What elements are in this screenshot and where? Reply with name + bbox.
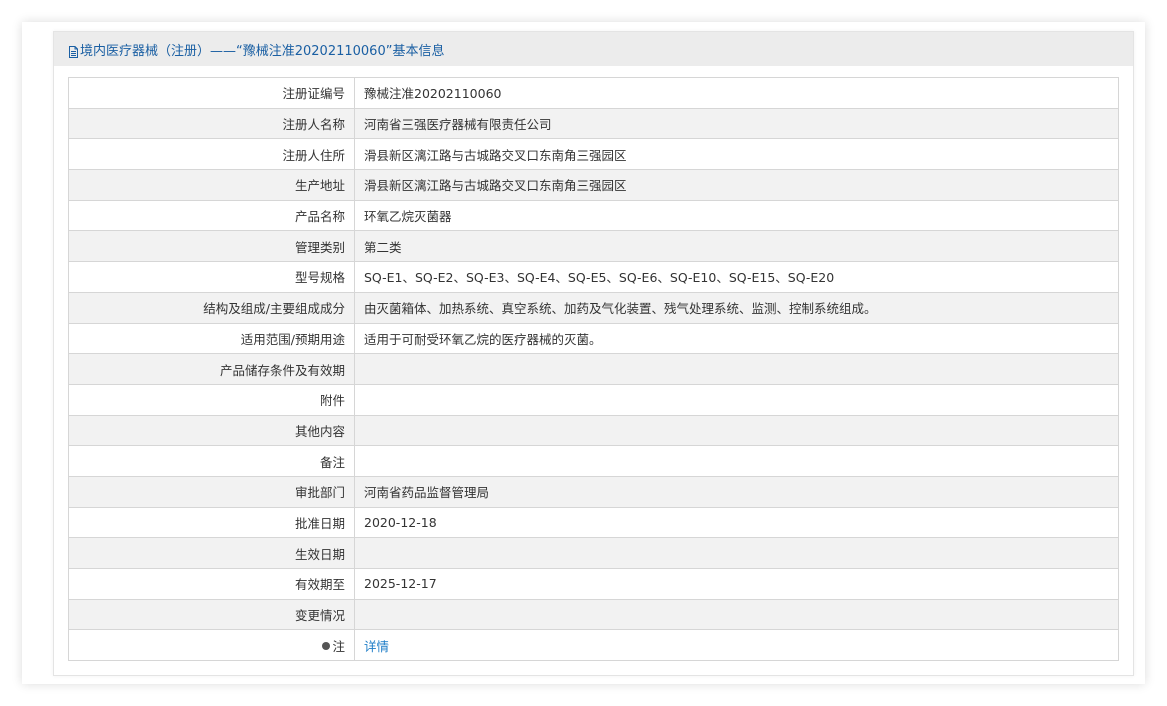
field-value: 2025-12-17 bbox=[354, 568, 1119, 600]
table-row: 型号规格 SQ-E1、SQ-E2、SQ-E3、SQ-E4、SQ-E5、SQ-E6、… bbox=[68, 261, 1119, 293]
table-row: 产品储存条件及有效期 bbox=[68, 353, 1119, 385]
field-label: 适用范围/预期用途 bbox=[68, 322, 355, 355]
field-value: 环氧乙烷灭菌器 bbox=[354, 199, 1119, 232]
table-row: 生产地址 滑县新区漓江路与古城路交叉口东南角三强园区 bbox=[68, 169, 1119, 201]
field-value bbox=[354, 537, 1119, 569]
field-value: 豫械注准20202110060 bbox=[354, 77, 1119, 109]
field-label: 有效期至 bbox=[68, 568, 355, 600]
field-value bbox=[354, 414, 1119, 447]
field-value: 第二类 bbox=[354, 230, 1119, 263]
note-label-cell: 注 bbox=[68, 629, 355, 662]
note-label: 注 bbox=[332, 638, 345, 654]
field-value: 河南省药品监督管理局 bbox=[354, 475, 1119, 508]
table-row: 审批部门 河南省药品监督管理局 bbox=[68, 475, 1119, 508]
document-icon bbox=[69, 43, 78, 58]
table-row: 管理类别 第二类 bbox=[68, 230, 1119, 263]
details-link[interactable]: 详情 bbox=[364, 639, 389, 654]
table-row: 备注 bbox=[68, 445, 1119, 477]
field-value: 由灭菌箱体、加热系统、真空系统、加药及气化装置、残气处理系统、监测、控制系统组成… bbox=[354, 291, 1119, 324]
field-value: 2020-12-18 bbox=[354, 506, 1119, 539]
field-value bbox=[354, 383, 1119, 416]
table-row: 适用范围/预期用途 适用于可耐受环氧乙烷的医疗器械的灭菌。 bbox=[68, 322, 1119, 355]
field-value bbox=[354, 445, 1119, 477]
field-value: 滑县新区漓江路与古城路交叉口东南角三强园区 bbox=[354, 169, 1119, 201]
page-title: 境内医疗器械（注册）——“豫械注准20202110060”基本信息 bbox=[80, 43, 445, 59]
field-label: 变更情况 bbox=[68, 598, 355, 631]
field-label: 生效日期 bbox=[68, 537, 355, 569]
info-panel: 境内医疗器械（注册）——“豫械注准20202110060”基本信息 注册证编号豫… bbox=[53, 31, 1134, 676]
field-label: 注册证编号 bbox=[68, 77, 355, 109]
field-label: 其他内容 bbox=[68, 414, 355, 447]
field-label: 型号规格 bbox=[68, 261, 355, 293]
table-row: 附件 bbox=[68, 383, 1119, 416]
field-label: 产品名称 bbox=[68, 199, 355, 232]
table-row: 批准日期 2020-12-18 bbox=[68, 506, 1119, 539]
field-value bbox=[354, 353, 1119, 385]
outer-card: 境内医疗器械（注册）——“豫械注准20202110060”基本信息 注册证编号豫… bbox=[22, 22, 1145, 684]
table-row: 注册人名称 河南省三强医疗器械有限责任公司 bbox=[68, 107, 1119, 140]
field-value: 适用于可耐受环氧乙烷的医疗器械的灭菌。 bbox=[354, 322, 1119, 355]
field-label: 审批部门 bbox=[68, 475, 355, 508]
field-label: 产品储存条件及有效期 bbox=[68, 353, 355, 385]
bulb-icon bbox=[322, 642, 331, 651]
table-row: 生效日期 bbox=[68, 537, 1119, 569]
table-row: 注册人住所 滑县新区漓江路与古城路交叉口东南角三强园区 bbox=[68, 138, 1119, 171]
field-label: 备注 bbox=[68, 445, 355, 477]
table-row: 变更情况 bbox=[68, 598, 1119, 631]
field-value bbox=[354, 598, 1119, 631]
table-row: 产品名称 环氧乙烷灭菌器 bbox=[68, 199, 1119, 232]
field-label: 结构及组成/主要组成成分 bbox=[68, 291, 355, 324]
table-row: 结构及组成/主要组成成分 由灭菌箱体、加热系统、真空系统、加药及气化装置、残气处理… bbox=[68, 291, 1119, 324]
field-value: 滑县新区漓江路与古城路交叉口东南角三强园区 bbox=[354, 138, 1119, 171]
field-label: 注册人住所 bbox=[68, 138, 355, 171]
field-label: 生产地址 bbox=[68, 169, 355, 201]
table-row: 有效期至 2025-12-17 bbox=[68, 568, 1119, 600]
field-label: 管理类别 bbox=[68, 230, 355, 263]
field-value: 河南省三强医疗器械有限责任公司 bbox=[354, 107, 1119, 140]
panel-header: 境内医疗器械（注册）——“豫械注准20202110060”基本信息 bbox=[54, 32, 1133, 66]
table-row: 其他内容 bbox=[68, 414, 1119, 447]
field-label: 批准日期 bbox=[68, 506, 355, 539]
note-value-cell: 详情 bbox=[354, 629, 1119, 662]
table-row: 注册证编号 豫械注准20202110060 bbox=[68, 77, 1119, 109]
field-label: 附件 bbox=[68, 383, 355, 416]
info-table: 注册证编号 豫械注准20202110060 注册人名称 河南省三强医疗器械有限责任公司… bbox=[68, 77, 1119, 662]
field-label: 注册人名称 bbox=[68, 107, 355, 140]
field-value: SQ-E1、SQ-E2、SQ-E3、SQ-E4、SQ-E5、SQ-E6、SQ-E… bbox=[354, 261, 1119, 293]
table-row-note: 注 详情 bbox=[68, 629, 1119, 662]
